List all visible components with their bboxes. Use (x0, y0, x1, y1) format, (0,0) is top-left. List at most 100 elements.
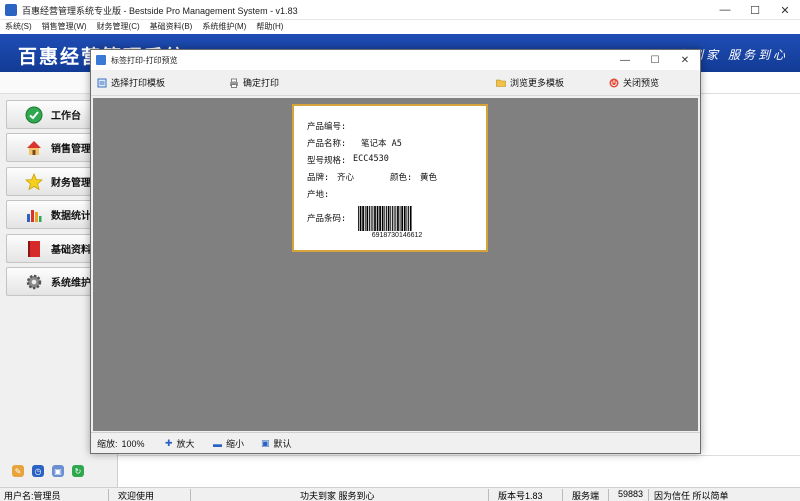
barcode-bar (392, 206, 393, 231)
power-icon (609, 78, 619, 88)
menubar: 系统(S) 销售管理(W) 财务管理(C) 基础资料(B) 系统维护(M) 帮助… (0, 20, 800, 34)
status-divider (108, 489, 109, 501)
sidebar-item-label: 财务管理 (51, 178, 91, 189)
barcode-bar (393, 206, 395, 231)
zoom-label: 缩放: (97, 439, 118, 449)
close-button[interactable]: ✕ (770, 0, 800, 20)
status-divider (190, 489, 191, 501)
zoom-readout: 缩放: 100% (97, 437, 145, 450)
dialog-minimize-button[interactable]: — (610, 50, 640, 70)
menu-system[interactable]: 系统(S) (0, 20, 37, 34)
product-code-label: 产品编号: (307, 122, 347, 132)
barcode-bar (366, 206, 369, 231)
browse-templates-label: 浏览更多模板 (510, 78, 565, 88)
minimize-button[interactable]: — (710, 0, 740, 20)
barcode-graphic (358, 206, 412, 231)
menu-basic-data[interactable]: 基础资料(B) (145, 20, 198, 34)
dialog-app-icon (96, 55, 106, 65)
product-name-value: 笔记本 A5 (361, 139, 402, 149)
plus-icon: ✚ (165, 438, 173, 448)
browse-templates-button[interactable]: 浏览更多模板 (496, 76, 564, 89)
window-title: 百惠经营管理系统专业版 - Bestside Pro Management Sy… (22, 6, 298, 16)
status-motto: 功夫到家 服务到心 (300, 491, 375, 501)
barcode-bar (358, 206, 359, 231)
barcode-bar (403, 206, 406, 231)
print-preview-dialog: 标签打印-打印预览 — ☐ ✕ 选择打印模板 确定打印 浏览更多模板 关闭预览 … (90, 49, 701, 454)
menu-help[interactable]: 帮助(H) (251, 20, 288, 34)
barcode-number: 6918730146612 (371, 232, 423, 239)
barcode-bar (372, 206, 374, 231)
statusbar: 用户名:管理员 欢迎使用 功夫到家 服务到心 版本号1.83 服务端 59883… (0, 487, 800, 501)
barcode-bar (374, 206, 376, 231)
app-icon (5, 4, 17, 16)
model-label: 型号规格: (307, 156, 347, 166)
menu-finance[interactable]: 财务管理(C) (92, 20, 145, 34)
window-icon[interactable]: ▣ (52, 465, 64, 477)
select-template-label: 选择打印模板 (111, 78, 166, 88)
sidebar-item-label: 销售管理 (51, 144, 91, 155)
star-icon (25, 172, 43, 191)
zoom-value: 100% (121, 438, 145, 449)
sidebar-item-label: 系统维护 (51, 278, 91, 289)
dialog-title: 标签打印-打印预览 (111, 56, 178, 65)
workspace-footer (118, 455, 800, 487)
barcode-bar (399, 206, 401, 231)
gear-icon (25, 273, 43, 291)
zoom-bar: 缩放: 100% ✚ 放大 ▬ 缩小 ▣ 默认 (91, 432, 700, 453)
folder-icon (496, 78, 506, 88)
barcode-bar (362, 206, 364, 231)
barcode-bar (390, 206, 392, 231)
clock-icon[interactable]: ◷ (32, 465, 44, 477)
default-zoom-label: 默认 (273, 439, 292, 449)
zoom-out-button[interactable]: ▬ 缩小 (213, 437, 244, 450)
status-divider (488, 489, 489, 501)
default-zoom-button[interactable]: ▣ 默认 (261, 437, 292, 450)
menu-maintenance[interactable]: 系统维护(M) (197, 20, 251, 34)
dialog-maximize-button[interactable]: ☐ (640, 50, 670, 70)
status-slogan: 因为信任 所以简单 (654, 491, 729, 501)
barcode-bar (401, 206, 404, 231)
barcode-bar (370, 206, 372, 231)
menu-sales[interactable]: 销售管理(W) (37, 20, 92, 34)
barcode-bar (409, 206, 412, 231)
printer-icon (229, 78, 239, 88)
house-icon (25, 139, 43, 157)
barcode-bar (397, 206, 399, 231)
maximize-button[interactable]: ☐ (740, 0, 770, 20)
book-icon (25, 240, 43, 258)
barcode-bar (406, 206, 408, 231)
status-service: 服务端 (572, 491, 600, 501)
preview-canvas[interactable]: 产品编号: 产品名称: 笔记本 A5 型号规格: ECC4530 品牌: 齐心 … (93, 98, 698, 431)
dialog-toolbar: 选择打印模板 确定打印 浏览更多模板 关闭预览 (91, 70, 700, 96)
status-divider (608, 489, 609, 501)
brand-value: 齐心 (337, 173, 355, 183)
status-divider (562, 489, 563, 501)
zoom-in-label: 放大 (176, 439, 195, 449)
product-label: 产品编号: 产品名称: 笔记本 A5 型号规格: ECC4530 品牌: 齐心 … (292, 104, 488, 252)
sidebar-item-label: 数据统计 (51, 211, 91, 222)
barcode-bar (395, 206, 397, 231)
zoom-in-button[interactable]: ✚ 放大 (165, 437, 195, 450)
main-titlebar: 百惠经营管理系统专业版 - Bestside Pro Management Sy… (0, 0, 800, 20)
confirm-print-button[interactable]: 确定打印 (229, 76, 279, 89)
note-icon[interactable]: ✎ (12, 465, 24, 477)
close-preview-button[interactable]: 关闭预览 (609, 76, 659, 89)
barcode-bar (381, 206, 384, 231)
zoom-out-label: 缩小 (226, 439, 245, 449)
barcode-bar (359, 206, 362, 231)
color-label: 颜色: (390, 173, 413, 183)
refresh-icon[interactable]: ↻ (72, 465, 84, 477)
select-template-button[interactable]: 选择打印模板 (97, 76, 165, 89)
dialog-close-button[interactable]: ✕ (670, 50, 700, 70)
barcode-bar (387, 206, 390, 231)
confirm-print-label: 确定打印 (243, 78, 280, 88)
barcode-bar (379, 206, 381, 231)
product-name-label: 产品名称: (307, 139, 347, 149)
barcode-bar (376, 206, 379, 231)
status-divider (648, 489, 649, 501)
fit-icon: ▣ (261, 438, 270, 448)
brand-label: 品牌: (307, 173, 330, 183)
status-welcome: 欢迎使用 (118, 491, 155, 501)
check-circle-icon (25, 106, 43, 124)
model-value: ECC4530 (353, 154, 389, 164)
